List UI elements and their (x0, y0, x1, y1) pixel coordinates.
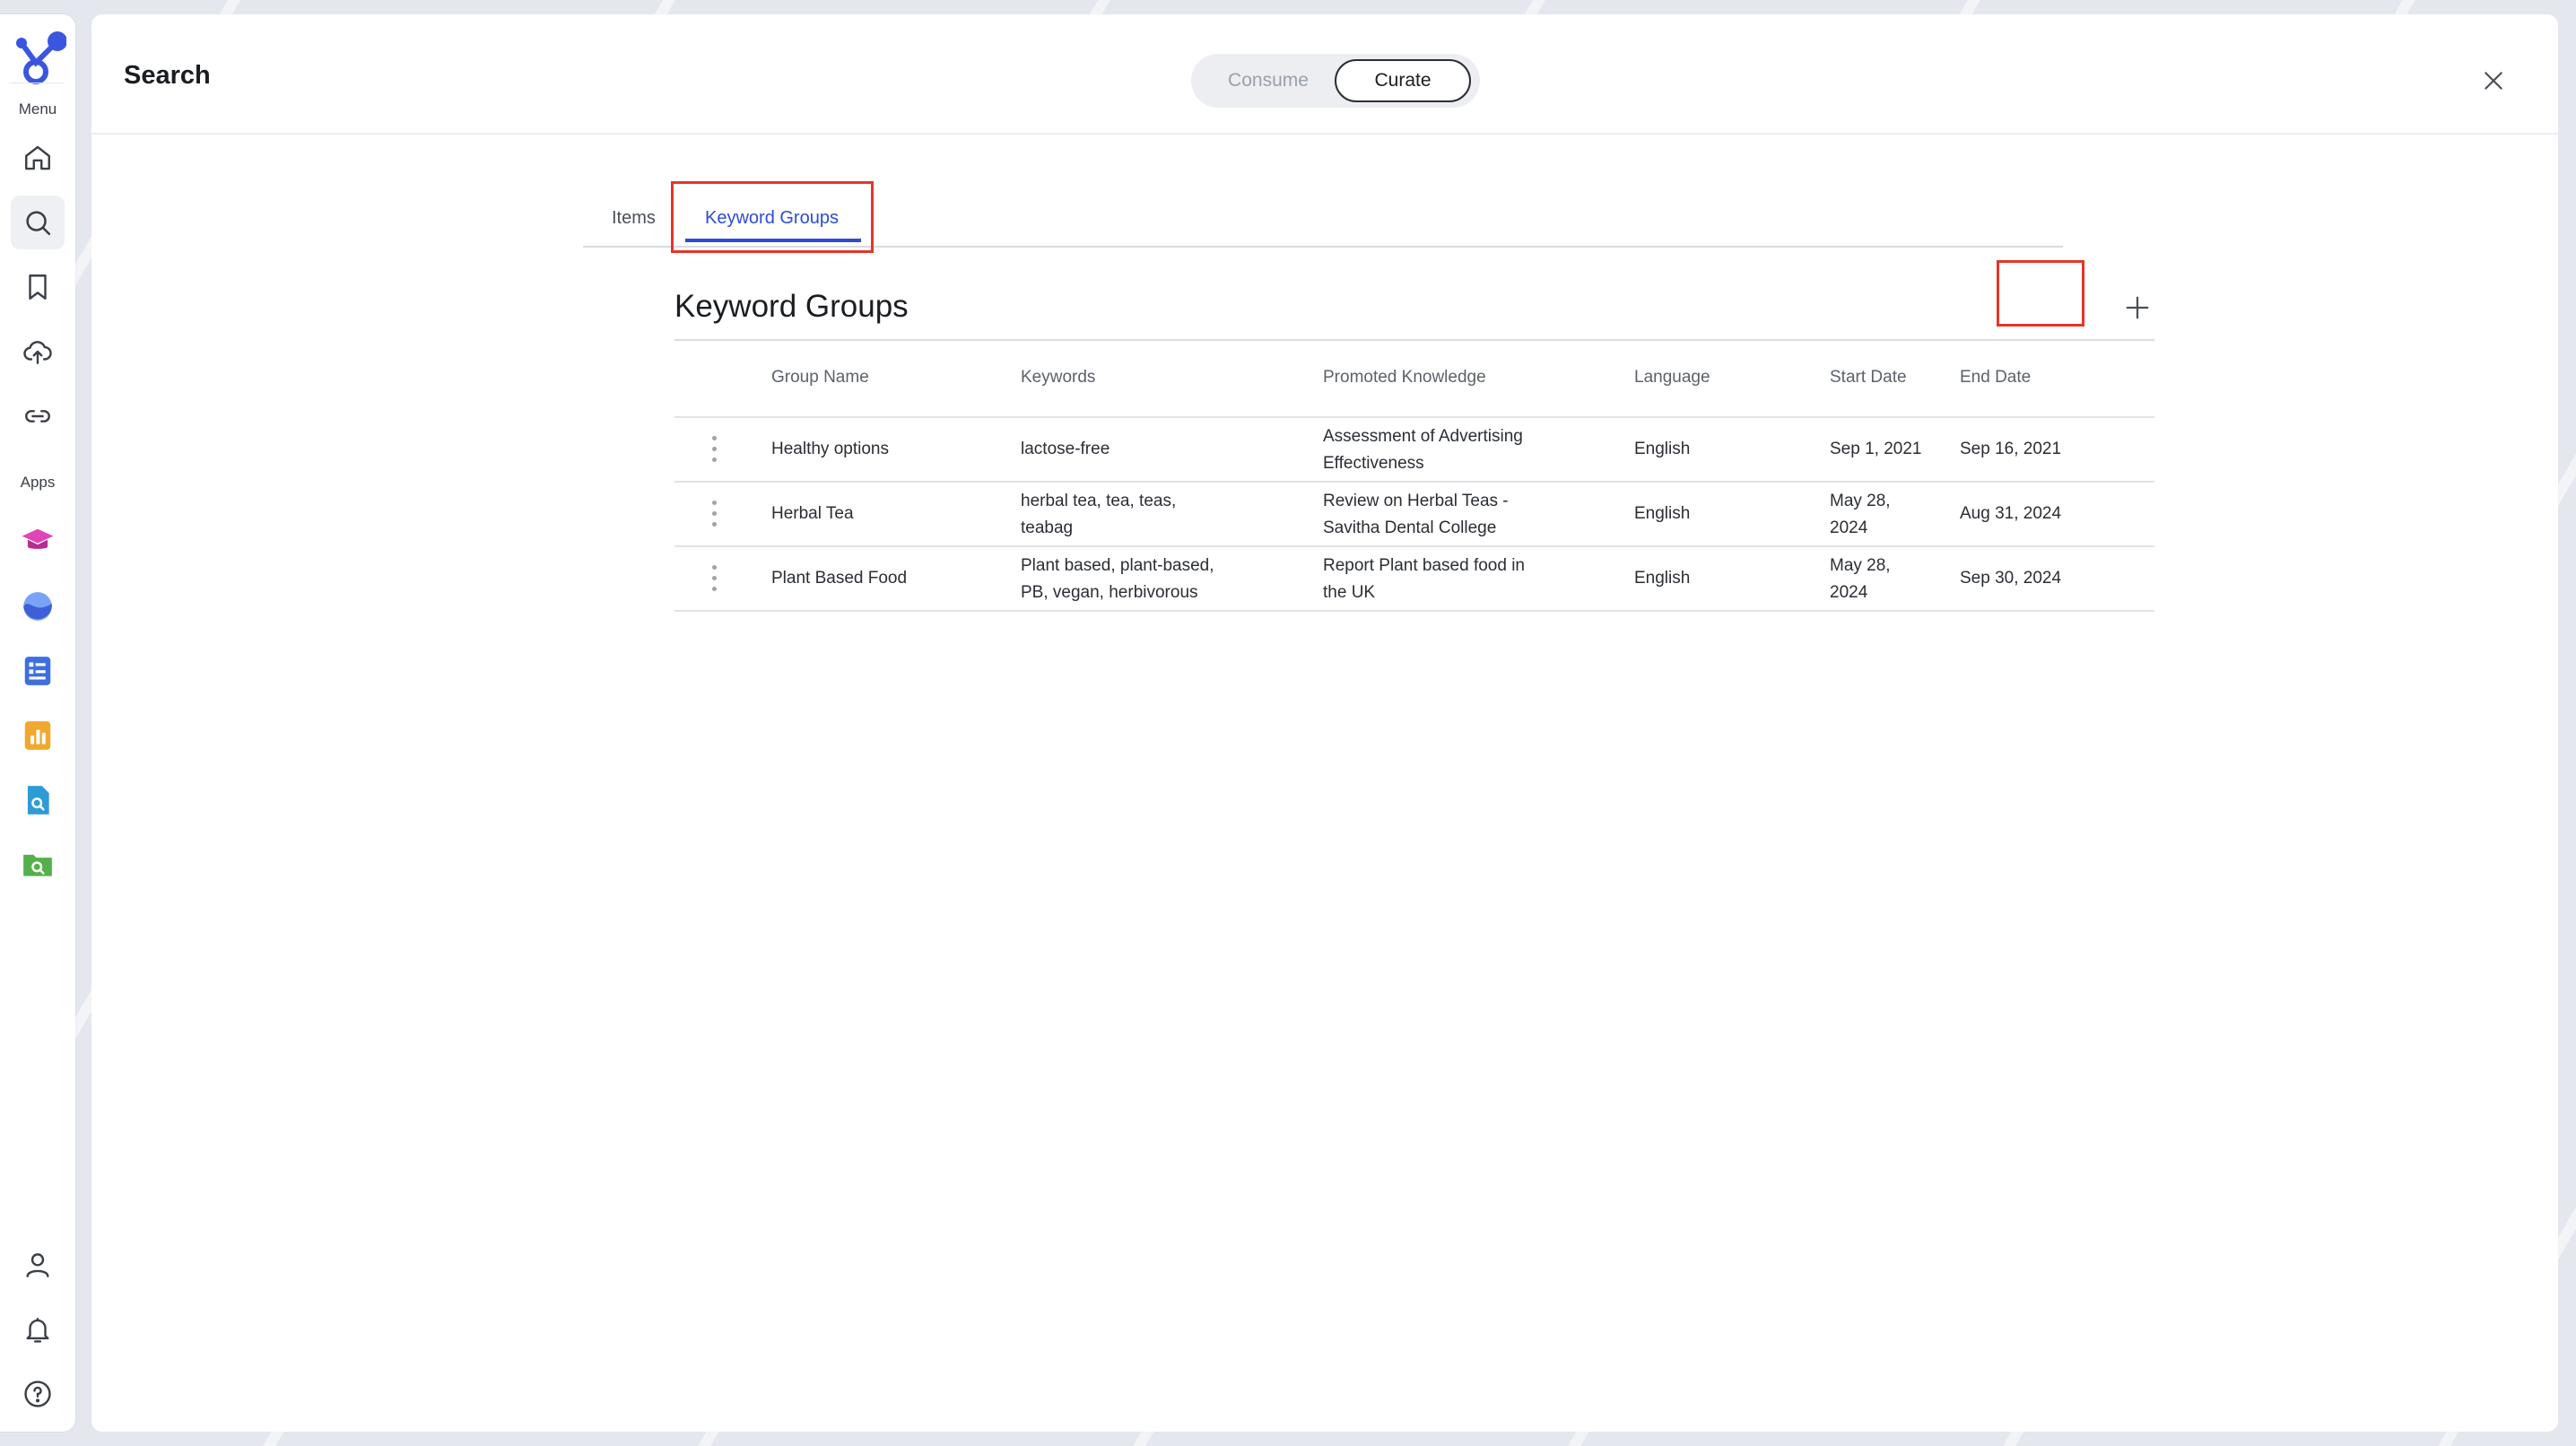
cell-promoted-knowledge: Assessment of Advertising Effectiveness (1323, 423, 1592, 477)
cell-keywords: Plant based, plant-based, PB, vegan, her… (1021, 553, 1254, 606)
help-icon (24, 1381, 51, 1407)
cell-promoted-line: Review on Herbal Teas - (1323, 492, 1509, 510)
bar-chart-app-icon (24, 721, 51, 750)
upload-cloud-icon (23, 341, 52, 364)
folder-search-app-icon (23, 854, 52, 876)
page-title: Search (124, 61, 211, 90)
table-row[interactable]: Herbal Tea herbal tea, tea, teas, teabag… (674, 483, 2154, 547)
cell-start-line: Sep 1, 2021 (1830, 440, 1922, 458)
cell-group-name: Plant Based Food (771, 569, 908, 588)
nav-links[interactable] (11, 389, 65, 443)
menu-label: Menu (18, 100, 57, 118)
app-folder-search[interactable] (11, 838, 65, 892)
nav-search[interactable] (11, 196, 65, 249)
tab-items[interactable]: Items (612, 208, 656, 229)
highlight-box-add (1997, 260, 2084, 327)
section-title: Keyword Groups (674, 289, 909, 324)
mode-curate-button[interactable]: Curate (1335, 59, 1471, 102)
cell-keywords: lactose-free (1021, 436, 1254, 463)
cell-promoted-line: the UK (1323, 583, 1376, 602)
app-learning[interactable] (11, 515, 65, 569)
cell-language: English (1634, 569, 1691, 588)
cell-end-date: Aug 31, 2024 (1960, 504, 2062, 523)
row-menu-button[interactable] (705, 432, 723, 466)
cell-keywords: herbal tea, tea, teas, teabag (1021, 488, 1254, 542)
column-header-keywords[interactable]: Keywords (1021, 368, 1254, 388)
cell-start-line: 2024 (1830, 518, 1868, 537)
close-icon (2485, 72, 2502, 90)
wave-app-icon (23, 592, 52, 621)
cell-start-date: May 28, 2024 (1830, 488, 1928, 542)
cell-language: English (1634, 504, 1691, 523)
nav-profile[interactable] (11, 1238, 65, 1292)
column-header-language[interactable]: Language (1634, 368, 1710, 388)
link-icon (25, 410, 50, 422)
nav-home[interactable] (11, 131, 65, 185)
close-button[interactable] (2477, 65, 2510, 97)
cell-promoted-line: Report Plant based food in (1323, 556, 1525, 575)
cell-promoted-knowledge: Report Plant based food in the UK (1323, 553, 1592, 606)
keyword-groups-table: Group Name Keywords Promoted Knowledge L… (674, 341, 2154, 612)
cell-start-line: May 28, (1830, 492, 1891, 510)
cell-group-name: Herbal Tea (771, 504, 854, 523)
cell-start-date: Sep 1, 2021 (1830, 436, 1928, 463)
cell-language: English (1634, 440, 1691, 458)
table-header: Group Name Keywords Promoted Knowledge L… (674, 341, 2154, 418)
cell-promoted-line: Savitha Dental College (1323, 518, 1497, 537)
nav-upload[interactable] (11, 325, 65, 379)
column-header-end-date[interactable]: End Date (1960, 368, 2031, 388)
app-documents[interactable] (11, 644, 65, 698)
add-keyword-group-button[interactable] (2101, 278, 2174, 337)
column-header-start-date[interactable]: Start Date (1830, 368, 1928, 388)
table-row[interactable]: Healthy options lactose-free Assessment … (674, 418, 2154, 483)
cell-promoted-line: Assessment of Advertising (1323, 427, 1523, 446)
user-icon (26, 1253, 49, 1277)
table-row[interactable]: Plant Based Food Plant based, plant-base… (674, 547, 2154, 612)
row-menu-button[interactable] (705, 562, 723, 596)
cell-promoted-knowledge: Review on Herbal Teas - Savitha Dental C… (1323, 488, 1592, 542)
file-search-app-icon (27, 786, 49, 814)
cell-promoted-line: Effectiveness (1323, 454, 1424, 473)
home-icon (25, 145, 50, 170)
cell-start-date: May 28, 2024 (1830, 553, 1928, 606)
row-menu-button[interactable] (705, 497, 723, 531)
document-list-app-icon (24, 657, 51, 685)
mode-consume-button[interactable]: Consume (1204, 59, 1333, 102)
nav-help[interactable] (11, 1367, 65, 1421)
graduation-cap-app-icon (22, 528, 54, 549)
cell-end-date: Sep 16, 2021 (1960, 440, 2062, 458)
search-panel: Search Consume Curate Items Keyword Grou… (91, 14, 2558, 1432)
mode-toggle: Consume Curate (1191, 54, 1480, 108)
app-file-search[interactable] (11, 773, 65, 827)
plus-icon (2126, 296, 2149, 319)
nav-bookmarks[interactable] (11, 260, 65, 314)
cell-start-line: May 28, (1830, 556, 1891, 575)
cell-start-line: 2024 (1830, 583, 1868, 602)
nav-notifications[interactable] (11, 1302, 65, 1356)
cell-end-date: Sep 30, 2024 (1960, 569, 2062, 588)
column-header-promoted-knowledge[interactable]: Promoted Knowledge (1323, 368, 1592, 388)
bell-icon (26, 1318, 49, 1343)
app-wave[interactable] (11, 579, 65, 633)
column-header-group-name[interactable]: Group Name (771, 368, 869, 388)
apps-label: Apps (20, 474, 56, 491)
left-rail: Menu Apps (0, 14, 75, 1432)
cell-group-name: Healthy options (771, 440, 889, 458)
bookmark-icon (29, 274, 47, 300)
cell-keywords-line: PB, vegan, herbivorous (1021, 583, 1198, 602)
cell-keywords-line: teabag (1021, 518, 1074, 537)
app-analytics[interactable] (11, 709, 65, 762)
cell-keywords-line: Plant based, plant-based, (1021, 556, 1214, 575)
panel-header: Search Consume Curate (91, 14, 2558, 135)
cell-keywords-line: lactose-free (1021, 440, 1110, 458)
cell-keywords-line: herbal tea, tea, teas, (1021, 492, 1177, 510)
highlight-box-tab (671, 181, 874, 253)
search-icon (26, 211, 51, 236)
